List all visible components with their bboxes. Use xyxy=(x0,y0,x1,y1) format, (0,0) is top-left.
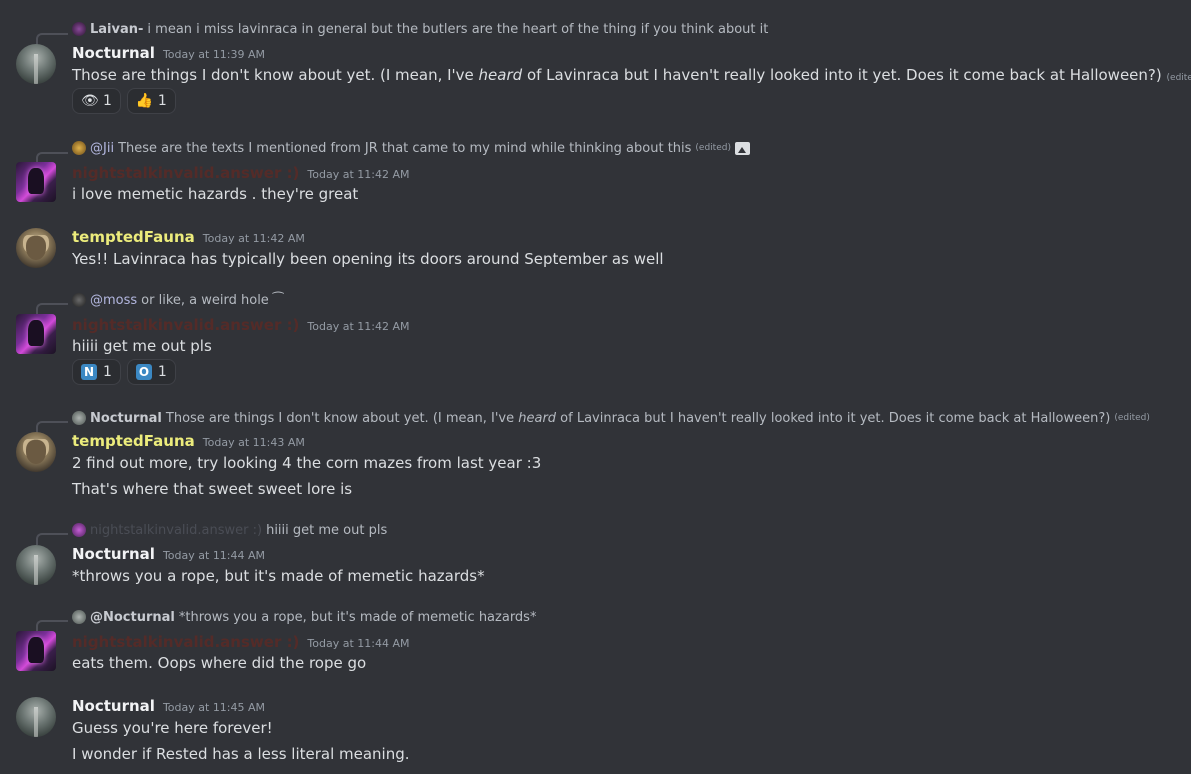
message-text: Yes!! Lavinraca has typically been openi… xyxy=(72,250,664,268)
message-text: I wonder if Rested has a less literal me… xyxy=(72,745,410,763)
reply-mention[interactable]: @Jii xyxy=(90,141,114,156)
avatar[interactable] xyxy=(16,631,56,671)
author-name[interactable]: temptedFauna xyxy=(72,228,195,246)
reaction-eye[interactable]: 👁 1 xyxy=(72,88,121,114)
reply-preview[interactable]: nightstalkinvalid.answer :) hiiii get me… xyxy=(72,521,387,539)
reactions: N 1 O 1 xyxy=(72,359,176,385)
reply-preview[interactable]: @Jii These are the texts I mentioned fro… xyxy=(72,139,750,157)
timestamp: Today at 11:45 AM xyxy=(162,701,266,714)
reaction-count: 1 xyxy=(157,93,167,109)
avatar[interactable] xyxy=(16,697,56,737)
image-icon xyxy=(734,141,750,155)
letter-n-icon: N xyxy=(81,364,97,380)
reply-avatar xyxy=(72,610,86,624)
message-text: *throws you a rope, but it's made of mem… xyxy=(72,567,485,585)
reply-text: i mean i miss lavinraca in general but t… xyxy=(147,21,769,37)
timestamp: Today at 11:43 AM xyxy=(202,436,305,449)
timestamp: Today at 11:42 AM xyxy=(307,320,410,333)
reply-avatar xyxy=(72,141,86,155)
reply-avatar xyxy=(72,411,86,425)
reply-mention[interactable]: @moss xyxy=(90,293,137,308)
reaction-o[interactable]: O 1 xyxy=(126,359,176,385)
timestamp: Today at 11:44 AM xyxy=(162,549,266,562)
letter-o-icon: O xyxy=(135,364,152,380)
message-text: That's where that sweet sweet lore is xyxy=(72,480,353,498)
reply-avatar xyxy=(72,523,86,537)
thumbs-up-icon: 👍 xyxy=(135,93,154,109)
avatar[interactable] xyxy=(16,432,56,472)
message-text: Guess you're here forever! xyxy=(72,719,273,737)
reaction-count: 1 xyxy=(103,364,112,380)
reaction-count: 1 xyxy=(157,364,167,380)
reaction-n[interactable]: N 1 xyxy=(72,359,121,385)
reply-preview[interactable]: Nocturnal Those are things I don't know … xyxy=(72,409,1150,427)
reply-connector xyxy=(36,533,68,545)
author-name[interactable]: Nocturnal xyxy=(72,44,155,62)
reaction-count: 1 xyxy=(103,93,112,109)
author-name[interactable]: nightstalkinvalid.answer :) xyxy=(72,316,299,334)
reply-mention[interactable]: @Nocturnal xyxy=(90,610,175,625)
timestamp: Today at 11:39 AM xyxy=(162,48,266,61)
avatar[interactable] xyxy=(16,314,56,354)
avatar[interactable] xyxy=(16,162,56,202)
message-text: Those are things I don't know about yet.… xyxy=(72,65,1191,88)
timestamp: Today at 11:42 AM xyxy=(202,232,305,245)
edited-tag: (edited) xyxy=(1166,73,1191,83)
edited-tag: (edited) xyxy=(1114,413,1150,423)
avatar[interactable] xyxy=(16,545,56,585)
reactions: 👁 1 👍 1 xyxy=(72,88,176,114)
eye-icon: 👁 xyxy=(81,93,99,109)
author-name[interactable]: temptedFauna xyxy=(72,432,195,450)
reply-text: Those are things I don't know about yet.… xyxy=(165,410,1111,426)
reply-avatar xyxy=(72,293,86,307)
reply-preview[interactable]: Laivan- i mean i miss lavinraca in gener… xyxy=(72,20,768,38)
reply-connector xyxy=(36,33,68,45)
author-name[interactable]: nightstalkinvalid.answer :) xyxy=(72,633,299,651)
reply-text: These are the texts I mentioned from JR … xyxy=(118,140,692,156)
timestamp: Today at 11:42 AM xyxy=(307,168,410,181)
reply-text: or like, a weird hole ⁀ xyxy=(141,292,284,308)
reply-preview[interactable]: @moss or like, a weird hole ⁀ xyxy=(72,291,283,309)
message-text: i love memetic hazards . they're great xyxy=(72,185,359,203)
author-name[interactable]: Nocturnal xyxy=(72,545,155,563)
author-name[interactable]: nightstalkinvalid.answer :) xyxy=(72,164,299,182)
edited-tag: (edited) xyxy=(695,143,731,153)
avatar[interactable] xyxy=(16,228,56,268)
message-text: 2 find out more, try looking 4 the corn … xyxy=(72,454,542,472)
reply-author: Nocturnal xyxy=(90,410,162,426)
reply-preview[interactable]: @Nocturnal *throws you a rope, but it's … xyxy=(72,608,536,626)
message-text: eats them. Oops where did the rope go xyxy=(72,654,367,672)
avatar[interactable] xyxy=(16,44,56,84)
timestamp: Today at 11:44 AM xyxy=(307,637,410,650)
reply-avatar xyxy=(72,22,86,36)
reply-author: Laivan- xyxy=(90,21,144,37)
reply-text: hiiii get me out pls xyxy=(266,522,388,538)
reply-author: nightstalkinvalid.answer :) xyxy=(90,522,263,538)
reply-text: *throws you a rope, but it's made of mem… xyxy=(178,609,537,625)
reply-connector xyxy=(36,421,68,433)
author-name[interactable]: Nocturnal xyxy=(72,697,155,715)
message-text: hiiii get me out pls xyxy=(72,337,212,355)
reaction-thumbs-up[interactable]: 👍 1 xyxy=(126,88,176,114)
